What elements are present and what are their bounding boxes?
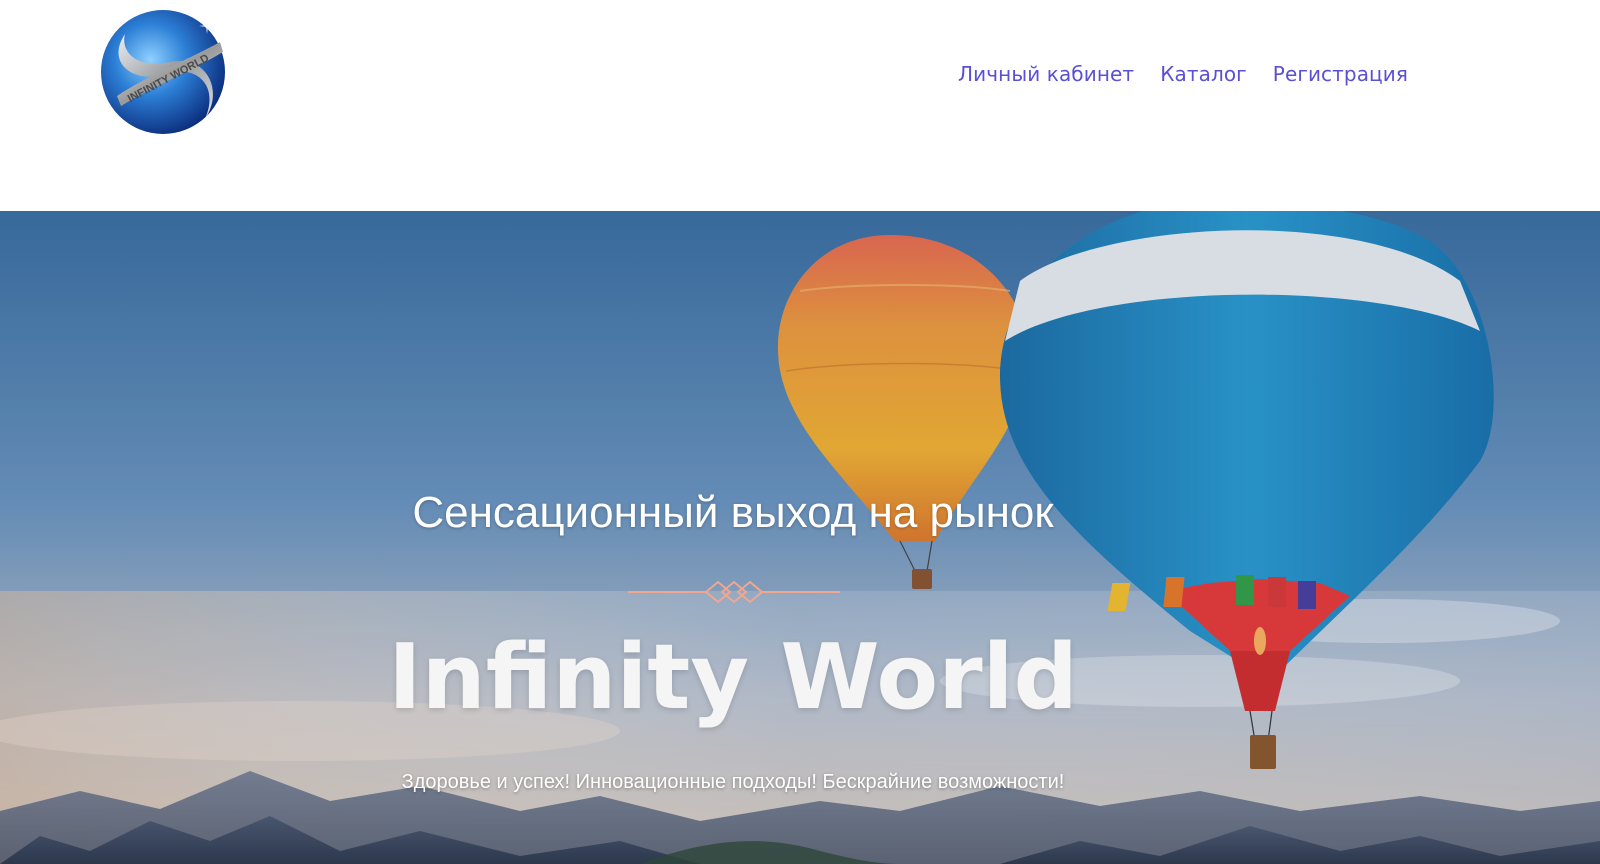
site-logo[interactable]: INFINITY WORLD bbox=[95, 4, 231, 140]
site-header: INFINITY WORLD Личный кабинет Каталог Ре… bbox=[0, 0, 1600, 211]
nav-link-account[interactable]: Личный кабинет bbox=[958, 62, 1134, 86]
hero-banner: Сенсационный выход на рынок Infinity Wor… bbox=[0, 211, 1600, 864]
main-nav: Личный кабинет Каталог Регистрация bbox=[958, 62, 1408, 86]
infinity-world-logo-icon: INFINITY WORLD bbox=[101, 10, 225, 134]
ornament-divider-icon bbox=[628, 580, 840, 604]
nav-link-registration[interactable]: Регистрация bbox=[1273, 62, 1408, 86]
nav-link-catalog[interactable]: Каталог bbox=[1160, 62, 1247, 86]
page: INFINITY WORLD Личный кабинет Каталог Ре… bbox=[0, 0, 1600, 864]
hero-title: Infinity World bbox=[388, 625, 1078, 730]
hero-subtitle: Сенсационный выход на рынок bbox=[412, 488, 1054, 537]
hero-tagline: Здоровье и успех! Инновационные подходы!… bbox=[401, 771, 1065, 793]
